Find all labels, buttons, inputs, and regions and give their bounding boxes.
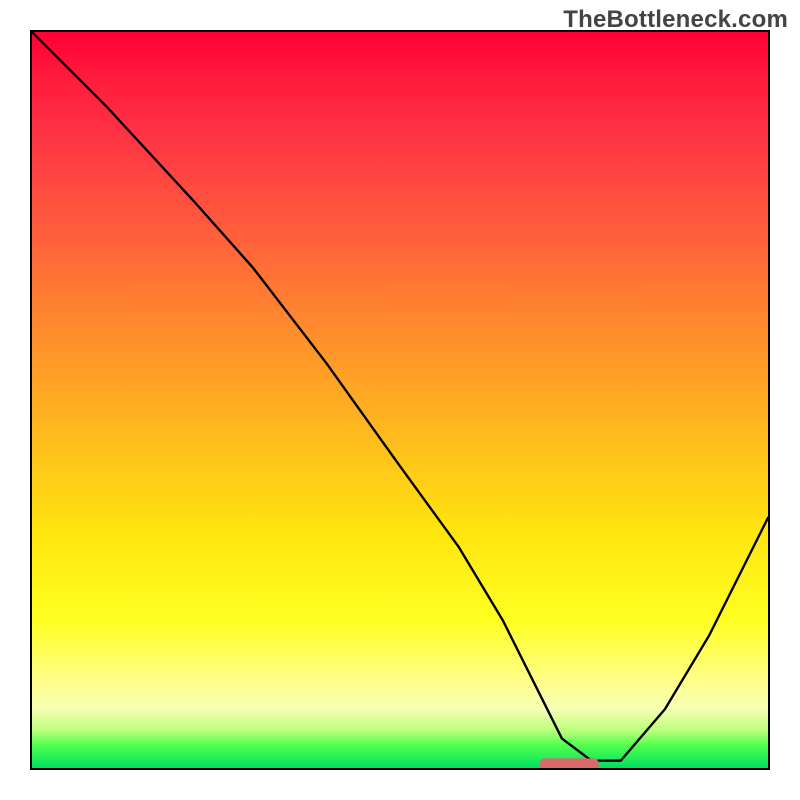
plot-area <box>30 30 770 770</box>
chart-svg <box>32 32 768 768</box>
watermark-text: TheBottleneck.com <box>563 6 788 34</box>
optimal-marker <box>540 758 599 768</box>
bottleneck-curve <box>32 32 768 761</box>
